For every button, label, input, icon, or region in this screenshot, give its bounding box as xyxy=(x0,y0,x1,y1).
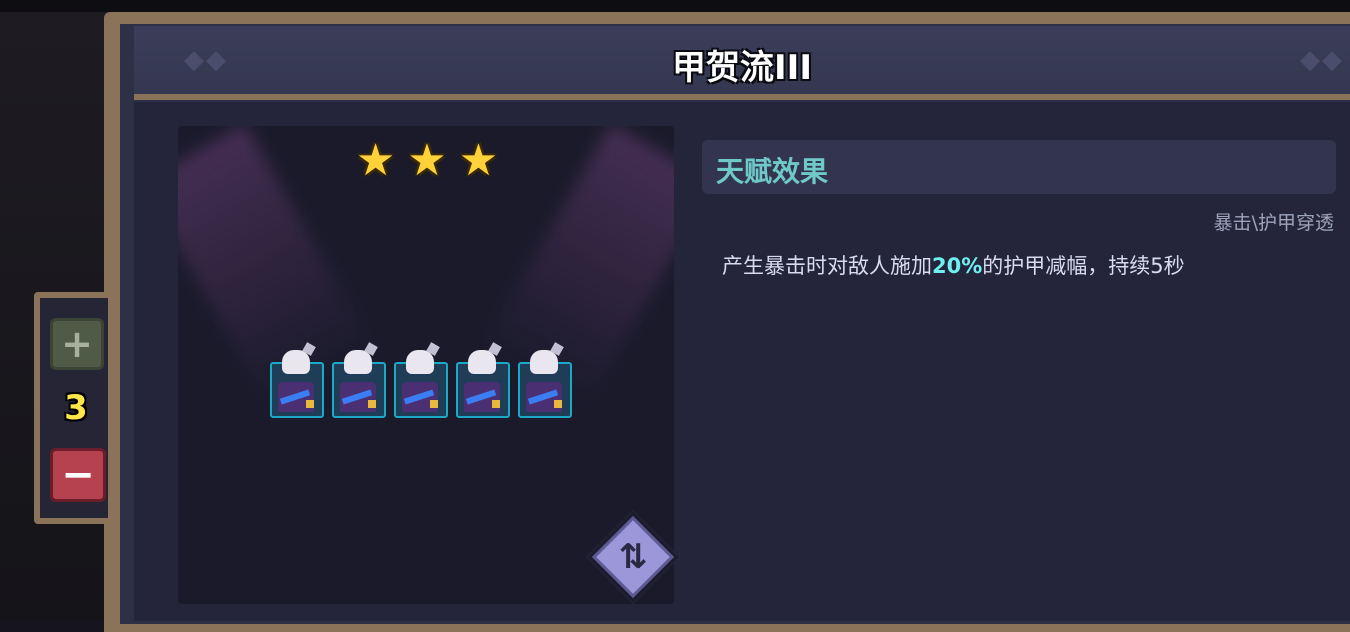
talent-header: 天赋效果 xyxy=(702,140,1336,194)
ninja-unit-icon[interactable] xyxy=(456,342,510,418)
ninja-unit-icon[interactable] xyxy=(518,342,572,418)
talent-description: 产生暴击时对敌人施加20%的护甲减幅，持续5秒 xyxy=(722,254,1185,278)
talent-tags: 暴击\护甲穿透 xyxy=(1213,212,1334,234)
ninja-unit-icon[interactable] xyxy=(270,342,324,418)
background-top xyxy=(0,0,1350,12)
star-icon: ★ xyxy=(407,135,447,186)
ninja-unit-icon[interactable] xyxy=(332,342,386,418)
swap-button[interactable]: ⇅ xyxy=(586,510,680,604)
title-bar: ◆◆ 甲贺流III ◆◆ xyxy=(134,26,1350,100)
count-value: 3 xyxy=(64,388,88,428)
talent-title: 天赋效果 xyxy=(716,155,829,188)
unit-row xyxy=(270,342,572,422)
decrease-button[interactable]: − xyxy=(50,448,106,502)
star-icon: ★ xyxy=(458,135,499,186)
star-icon: ★ xyxy=(355,135,396,186)
right-ornament-icon: ◆◆ xyxy=(1300,45,1344,75)
page-title: 甲贺流III xyxy=(672,48,812,88)
talent-value: 20% xyxy=(932,254,983,278)
ninja-unit-icon[interactable] xyxy=(394,342,448,418)
star-rating: ★ ★ ★ xyxy=(338,136,516,186)
increase-button[interactable]: + xyxy=(50,318,104,370)
